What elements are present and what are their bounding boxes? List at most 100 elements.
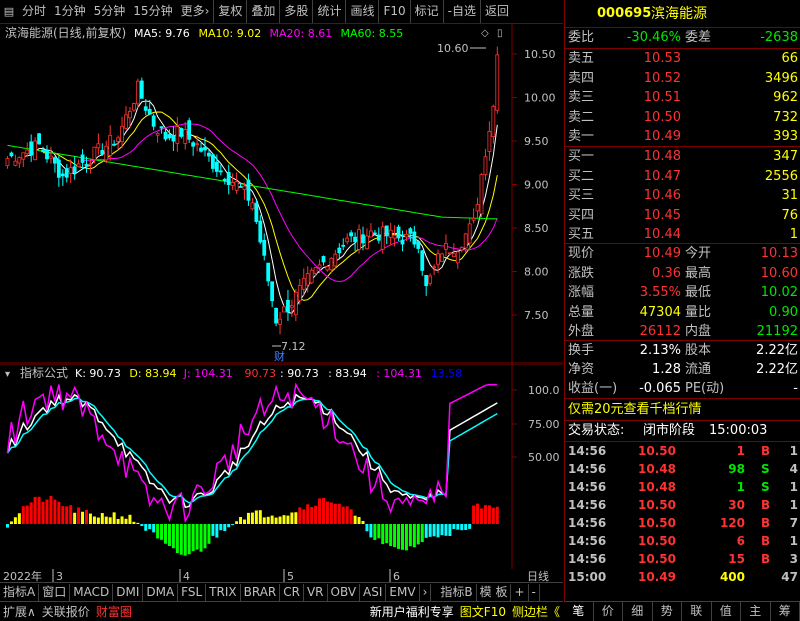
- sidebar-toggle-button[interactable]: 侧边栏《: [509, 603, 563, 620]
- toolbar-item-f10[interactable]: F10: [378, 0, 409, 23]
- quote-stat-row[interactable]: 涨幅3.55%最低10.02: [565, 283, 800, 302]
- toolbar-item-stats[interactable]: 统计: [312, 0, 345, 23]
- tab-remove[interactable]: -: [529, 584, 540, 601]
- level2-promo[interactable]: 仅需20元查看千档行情: [565, 400, 800, 419]
- f10-graphic-button[interactable]: 图文F10: [457, 603, 509, 620]
- candle-body: [409, 229, 412, 234]
- quote-stat-row[interactable]: 涨跌0.36最高10.60: [565, 264, 800, 283]
- quote-stat-row[interactable]: 外盘26112内盘21192: [565, 322, 800, 341]
- tab-template[interactable]: 模 板: [477, 584, 512, 601]
- toolbar-item-overlay[interactable]: 叠加: [246, 0, 279, 23]
- indicator-bar: [492, 508, 495, 524]
- tick-time: 14:56: [568, 496, 606, 514]
- ask-row[interactable]: 卖一10.49393: [565, 127, 800, 146]
- ask-row[interactable]: 卖三10.51962: [565, 88, 800, 107]
- tick-row: 15:0010.4940047: [565, 568, 800, 586]
- ask-row[interactable]: 卖二10.50732: [565, 108, 800, 127]
- tab-trix[interactable]: TRIX: [206, 584, 240, 601]
- indicator-bar: [346, 506, 349, 524]
- tick-volume: 6: [737, 532, 745, 550]
- new-user-welfare-link[interactable]: 新用户福利专享: [367, 603, 457, 620]
- fundamental-row[interactable]: 收益(一)-0.065PE(动)-: [565, 379, 800, 398]
- toolbar-item-5min[interactable]: 5分钟: [90, 0, 130, 23]
- toolbar-item-mark[interactable]: 标记: [410, 0, 443, 23]
- quote-tab-0[interactable]: 笔: [564, 602, 594, 621]
- toolbar-item-multi-stock[interactable]: 多股: [279, 0, 312, 23]
- tick-side: B: [761, 532, 770, 550]
- tick-row: 14:5610.4898S4: [565, 460, 800, 478]
- tab-emv[interactable]: EMV: [386, 584, 419, 601]
- indicator-bar: [223, 524, 226, 531]
- indicator-bar: [26, 506, 29, 524]
- expand-button[interactable]: 扩展∧: [0, 603, 39, 620]
- quote-tab-5[interactable]: 值: [712, 602, 742, 621]
- bid-row[interactable]: 买五10.441: [565, 225, 800, 244]
- quote-stat-row[interactable]: 现价10.49今开10.13: [565, 244, 800, 263]
- candle-body: [389, 230, 392, 237]
- tab-brar[interactable]: BRAR: [241, 584, 281, 601]
- toolbar-item-back[interactable]: 返回: [480, 0, 513, 23]
- indicator-bar: [413, 524, 416, 547]
- indicator-bar: [433, 524, 436, 536]
- indicator-bar: [188, 524, 191, 554]
- tab-asi[interactable]: ASI: [360, 584, 386, 601]
- ask-row[interactable]: 卖五10.5366: [565, 49, 800, 68]
- indicator-bar: [310, 507, 313, 524]
- tab-indicator-b[interactable]: 指标B: [437, 584, 476, 601]
- indicator-chart[interactable]: 100.075.0050.00 ▾ 指标公式 K: 90.73D: 83.94J…: [0, 364, 563, 569]
- tab-macd[interactable]: MACD: [70, 584, 113, 601]
- bid-row[interactable]: 买四10.4576: [565, 206, 800, 225]
- weicha-value: -2638: [760, 28, 798, 47]
- related-quote-button[interactable]: 关联报价: [39, 603, 93, 620]
- candle-body: [10, 153, 13, 156]
- level2-promo-text[interactable]: 仅需20元查看千档行情: [568, 400, 702, 419]
- indicator-bar: [279, 517, 282, 524]
- toolbar-item-draw-line[interactable]: 画线: [345, 0, 378, 23]
- ask-row[interactable]: 卖四10.523496: [565, 69, 800, 88]
- tab-cr[interactable]: CR: [280, 584, 304, 601]
- price-tick-label: 8.00: [524, 266, 549, 279]
- tab-indicator-a[interactable]: 指标A: [0, 584, 39, 601]
- diamond-icon[interactable]: ◇: [481, 28, 489, 39]
- toolbar-item-intraday[interactable]: 分时: [18, 0, 50, 23]
- quote-tab-7[interactable]: 筹: [771, 602, 800, 621]
- tab-obv[interactable]: OBV: [328, 584, 361, 601]
- tab-dmi[interactable]: DMI: [113, 584, 143, 601]
- tab-add[interactable]: +: [511, 584, 528, 601]
- fundamental-row[interactable]: 换手2.13%股本2.22亿: [565, 341, 800, 360]
- tab-fsl[interactable]: FSL: [178, 584, 206, 601]
- quote-stat-row[interactable]: 总量47304量比0.90: [565, 303, 800, 322]
- quote-tab-4[interactable]: 联: [682, 602, 712, 621]
- indicator-bar: [53, 500, 56, 524]
- tab-scroll-right[interactable]: ›: [420, 584, 432, 601]
- indicator-value-2: J: 104.31: [183, 367, 233, 380]
- tab-vr[interactable]: VR: [304, 584, 328, 601]
- toolbar-item-15min[interactable]: 15分钟: [129, 0, 176, 23]
- tab-window[interactable]: 窗口: [39, 584, 70, 601]
- candle-body: [421, 251, 424, 271]
- toolbar-item-remove-watchlist[interactable]: -自选: [443, 0, 480, 23]
- bid-row[interactable]: 买二10.472556: [565, 167, 800, 186]
- candle-body: [132, 104, 135, 111]
- indicator-bar: [85, 510, 88, 524]
- toolbar-item-more[interactable]: 更多›: [177, 0, 214, 23]
- toolbar-item-1min[interactable]: 1分钟: [50, 0, 90, 23]
- menu-icon[interactable]: ▤: [2, 5, 16, 19]
- tab-dma[interactable]: DMA: [143, 584, 178, 601]
- financial-report-marker[interactable]: 财: [274, 349, 285, 363]
- kline-chart[interactable]: 10.5010.009.509.008.508.007.50 滨海能源(日线,前…: [0, 24, 563, 364]
- chart-settings-icon[interactable]: ▯: [497, 28, 503, 39]
- bid-row[interactable]: 买三10.4631: [565, 186, 800, 205]
- bid-row[interactable]: 买一10.48347: [565, 147, 800, 166]
- fundamental-row[interactable]: 净资1.28流通2.22亿: [565, 360, 800, 379]
- indicator-bar: [204, 524, 207, 548]
- candle-body: [235, 182, 238, 191]
- quote-tab-2[interactable]: 细: [623, 602, 653, 621]
- indicator-menu-icon[interactable]: ▾: [5, 369, 10, 380]
- quote-tab-1[interactable]: 价: [594, 602, 624, 621]
- candle-body: [196, 144, 199, 145]
- quote-tab-3[interactable]: 势: [653, 602, 683, 621]
- wealth-circle-button[interactable]: 财富圈: [93, 603, 135, 620]
- quote-tab-6[interactable]: 主: [741, 602, 771, 621]
- toolbar-item-adjust[interactable]: 复权: [213, 0, 246, 23]
